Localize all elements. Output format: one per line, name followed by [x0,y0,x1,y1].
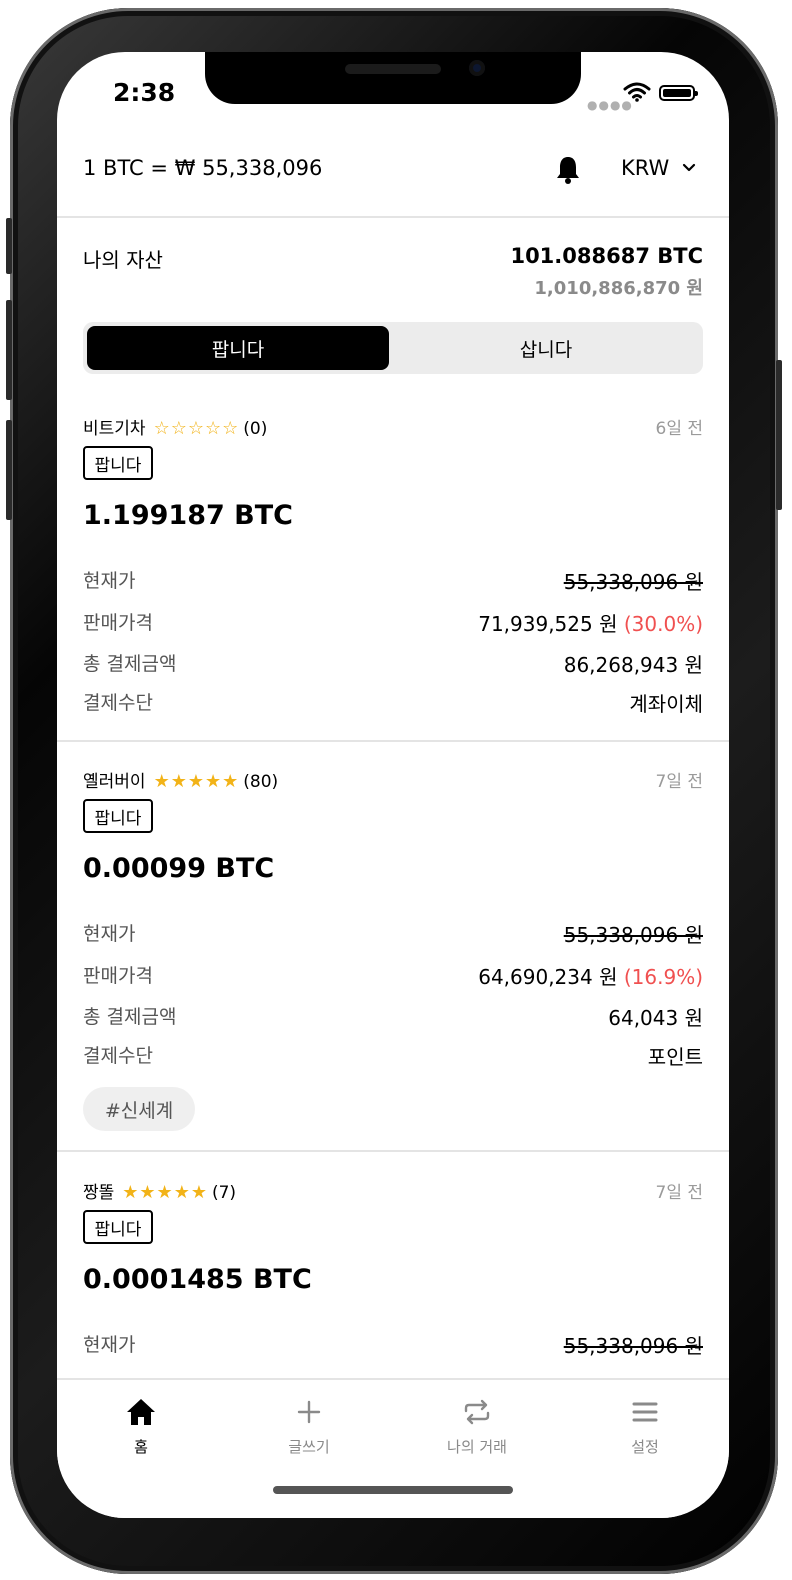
top-bar: 1 BTC = ₩ 55,338,096 KRW [57,142,729,218]
seller-name: 옐러버이 [83,772,146,792]
plus-icon [297,1400,321,1424]
notch [205,52,581,104]
method-row: 결제수단 계좌이체 [83,688,703,718]
rating-stars: ☆☆☆☆☆ [153,418,240,439]
posted-time: 7일 전 [655,772,704,792]
segment-buy[interactable]: 삽니다 [393,326,699,370]
repeat-icon [464,1399,490,1425]
sell-tag: 팝니다 [83,799,153,833]
tab-my-trades[interactable]: 나의 거래 [417,1392,537,1457]
sale-price-value: 71,939,525 원 (30.0%) [478,608,703,637]
currency-selector[interactable]: KRW [621,156,669,180]
btc-amount: 0.0001485 BTC [83,1264,312,1295]
home-indicator[interactable] [273,1486,513,1494]
listing-card[interactable]: 짱똘 ★★★★★ (7) 7일 전 팝니다 0.0001485 BTC 현재가 55… [57,1178,729,1378]
rating-count: (0) [243,419,268,439]
sale-price-amount: 64,690,234 원 [478,965,618,989]
current-price-value: 55,338,096 원 [563,1334,703,1358]
sale-price-label: 판매가격 [83,612,153,634]
posted-time: 6일 전 [655,419,704,439]
rating-count: (7) [211,1183,237,1203]
tab-label: 나의 거래 [447,1438,507,1456]
asset-btc: 101.088687 BTC [510,244,703,268]
tab-label: 설정 [631,1438,659,1456]
listing-card[interactable]: 옐러버이 ★★★★★ (80) 7일 전 팝니다 0.00099 BTC 현재가 5… [57,767,729,1152]
total-row: 총 결제금액 64,043 원 [83,1002,703,1032]
seller-info: 짱똘 ★★★★★ (7) [83,1178,236,1203]
mute-switch [6,218,12,274]
tab-label: 홈 [134,1438,148,1456]
total-label: 총 결제금액 [83,653,177,675]
current-price-row: 현재가 55,338,096 원 [83,566,703,596]
menu-icon [632,1402,658,1422]
tab-label: 글쓰기 [288,1438,330,1456]
status-time: 2:38 [113,78,176,107]
method-row: 결제수단 포인트 [83,1041,703,1071]
current-price-row: 현재가 55,338,096 원 [83,919,703,949]
btc-rate: 1 BTC = ₩ 55,338,096 [83,156,323,180]
current-price-value: 55,338,096 원 [563,570,703,594]
sale-price-row: 판매가격 71,939,525 원 (30.0%) [83,608,703,638]
speaker-grille [345,64,441,74]
premium-percent: (30.0%) [623,612,703,636]
current-price-label: 현재가 [83,923,136,945]
seller-name: 비트기차 [83,419,146,439]
chevron-down-icon[interactable] [681,160,697,176]
sale-price-row: 판매가격 64,690,234 원 (16.9%) [83,961,703,991]
sale-price-value: 64,690,234 원 (16.9%) [478,961,703,990]
current-price-row: 현재가 55,338,096 원 [83,1330,703,1360]
seller-name: 짱똘 [83,1183,115,1203]
current-price-label: 현재가 [83,570,136,592]
volume-up-button [6,300,12,400]
tab-bar: 홈 글쓰기 나의 거래 설정 [57,1378,729,1518]
posted-time: 7일 전 [655,1183,704,1203]
btc-amount: 0.00099 BTC [83,853,275,884]
total-row: 총 결제금액 86,268,943 원 [83,649,703,679]
app-screen: 2:38 ●●●● 1 BTC = ₩ 55,338,096 KRW 나의 자산… [57,52,729,1518]
rating-count: (80) [243,772,279,792]
tab-settings[interactable]: 설정 [585,1392,705,1457]
listing-card[interactable]: 비트기차 ☆☆☆☆☆ (0) 6일 전 팝니다 1.199187 BTC 현재가 5… [57,414,729,742]
sell-tag: 팝니다 [83,1210,153,1244]
tab-home[interactable]: 홈 [81,1392,201,1457]
sale-price-label: 판매가격 [83,965,153,987]
seller-info: 옐러버이 ★★★★★ (80) [83,767,278,792]
trade-type-segment: 팝니다 삽니다 [83,322,703,374]
method-label: 결제수단 [83,692,153,714]
volume-down-button [6,420,12,520]
battery-icon [659,85,698,101]
current-price-label: 현재가 [83,1334,136,1356]
premium-percent: (16.9%) [623,965,703,989]
tab-write[interactable]: 글쓰기 [249,1392,369,1457]
front-camera [469,60,485,76]
home-icon [127,1399,155,1425]
total-value: 86,268,943 원 [563,653,703,677]
hashtag-chip[interactable]: #신세계 [83,1087,195,1131]
rating-stars: ★★★★★ [153,771,240,792]
segment-sell[interactable]: 팝니다 [87,326,389,370]
total-label: 총 결제금액 [83,1006,177,1028]
asset-krw: 1,010,886,870 원 [534,278,703,299]
bell-icon[interactable] [555,155,581,185]
current-price-value: 55,338,096 원 [563,923,703,947]
sale-price-amount: 71,939,525 원 [478,612,618,636]
my-assets-label: 나의 자산 [83,248,163,272]
method-value: 계좌이체 [629,692,703,716]
sell-tag: 팝니다 [83,446,153,480]
rating-stars: ★★★★★ [122,1182,208,1203]
wifi-icon [623,82,651,102]
btc-amount: 1.199187 BTC [83,500,293,531]
total-value: 64,043 원 [608,1006,703,1030]
power-button [776,360,782,510]
seller-info: 비트기차 ☆☆☆☆☆ (0) [83,414,267,439]
method-label: 결제수단 [83,1045,153,1067]
method-value: 포인트 [647,1045,703,1069]
